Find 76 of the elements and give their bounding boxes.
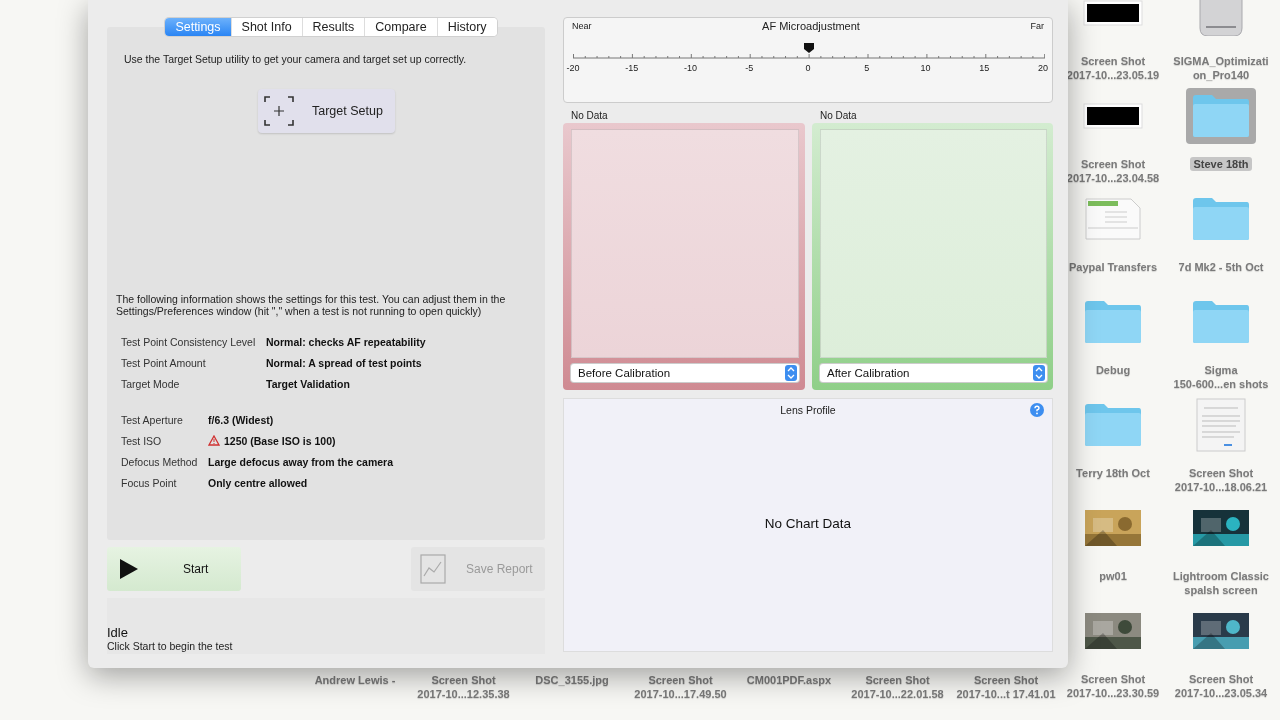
setting-value: Normal: A spread of test points [266, 356, 422, 369]
file-name[interactable]: Debug [1092, 363, 1134, 377]
tab[interactable]: Settings [165, 18, 232, 36]
file-name[interactable]: 7d Mk2 - 5th Oct [1175, 260, 1267, 274]
dropdown[interactable]: Before Calibration [571, 364, 799, 382]
folder-icon[interactable] [1084, 403, 1142, 447]
setting-label: Focus Point [121, 476, 178, 489]
file-name[interactable]: Screen Shot 2017-10...t 17.41.01 [953, 673, 1059, 701]
file-name[interactable]: SIGMA_Optimizati on_Pro140 [1170, 54, 1272, 82]
setting-value: f/6.3 (Widest) [208, 413, 274, 426]
stepper-icon [785, 365, 797, 382]
panel-caption: No Data [820, 110, 858, 123]
tick-label: -20 [565, 63, 581, 73]
folder-icon[interactable] [1084, 300, 1142, 344]
tick-label: 10 [919, 63, 932, 73]
crosshair-icon [264, 96, 294, 126]
file-name[interactable]: Andrew Lewis - [311, 673, 399, 687]
help-icon[interactable] [1030, 403, 1044, 417]
folder-icon[interactable] [1192, 197, 1250, 241]
file-name[interactable]: Screen Shot 2017-10...23.05.19 [1063, 54, 1163, 82]
setting-value: 1250 (Base ISO is 100) [224, 434, 336, 447]
far-label: Far [1030, 21, 1044, 31]
setting-label: Target Mode [121, 377, 181, 390]
tick-label: 5 [863, 63, 871, 73]
panel-caption: No Data [571, 110, 609, 123]
report-chart-icon [418, 554, 448, 584]
near-label: Near [572, 21, 592, 31]
setting-label: Test Point Consistency Level [121, 335, 257, 348]
setting-label: Test ISO [121, 434, 163, 447]
slider-marker[interactable] [803, 43, 814, 53]
instruction-text: Use the Target Setup utility to get your camera and target set up correctly. [124, 53, 468, 65]
empty-chart-message: No Chart Data [764, 516, 852, 531]
drive-icon[interactable] [1196, 0, 1246, 36]
tick-label: -15 [624, 63, 640, 73]
setting-value: Only centre allowed [208, 476, 308, 489]
file-name[interactable]: Screen Shot 2017-10...18.06.21 [1171, 466, 1271, 494]
document-thumbnail-icon[interactable] [1196, 398, 1246, 452]
file-name[interactable]: DSC_3155.jpg [532, 673, 612, 687]
file-name[interactable]: Terry 18th Oct [1073, 466, 1153, 480]
file-name[interactable]: CM001PDF.aspx [743, 673, 835, 687]
setting-value: Target Validation [266, 377, 350, 390]
folder-icon[interactable] [1192, 300, 1250, 344]
screenshot-thumbnail-icon[interactable] [1083, 0, 1143, 26]
file-name[interactable]: pw01 [1096, 569, 1130, 583]
file-name[interactable]: Sigma 150-600...en shots [1170, 363, 1272, 391]
file-name[interactable]: Lightroom Classic spalsh screen [1170, 569, 1272, 597]
file-name[interactable]: Steve 18th [1190, 157, 1252, 171]
setting-label: Test Aperture [121, 413, 184, 426]
tick-label: -5 [744, 63, 755, 73]
file-name[interactable]: Screen Shot 2017-10...22.01.58 [848, 673, 947, 701]
status-hint: Click Start to begin the test [107, 640, 234, 652]
screenshot-thumbnail-icon[interactable] [1083, 103, 1143, 129]
panel-title: AF Microadjustment [762, 20, 860, 32]
tick-label: -10 [683, 63, 698, 73]
file-name[interactable]: Screen Shot 2017-10...23.30.59 [1063, 672, 1163, 700]
stepper-icon [1033, 365, 1045, 382]
setting-label: Test Point Amount [121, 356, 207, 369]
dropdown[interactable]: After Calibration [820, 364, 1047, 382]
file-name[interactable]: Screen Shot 2017-10...12.35.38 [414, 673, 513, 701]
setting-value: Normal: checks AF repeatability [266, 335, 426, 348]
settings-description: The following information shows the settings for this test. You can adjust them in the Settings/Preferences window (hit "," when a test is not running to open quickly) [116, 293, 507, 317]
status-text: Idle [107, 625, 129, 640]
file-name[interactable]: Screen Shot 2017-10...17.49.50 [631, 673, 730, 701]
file-name[interactable]: Paypal Transfers [1065, 260, 1161, 274]
tick-label: 0 [804, 63, 812, 73]
play-icon [119, 558, 139, 580]
tick-label: 20 [1037, 63, 1049, 73]
tick-label: 15 [978, 63, 991, 73]
setting-value: Large defocus away from the camera [208, 455, 393, 468]
file-name[interactable]: Screen Shot 2017-10...23.05.34 [1171, 672, 1271, 700]
spreadsheet-icon[interactable] [1085, 198, 1141, 240]
start-button[interactable]: Start [107, 547, 241, 591]
setting-label: Defocus Method [121, 455, 199, 468]
target-setup-button[interactable]: Target Setup [258, 89, 395, 133]
file-name[interactable]: Screen Shot 2017-10...23.04.58 [1063, 157, 1163, 185]
panel-title: Lens Profile [780, 404, 836, 416]
